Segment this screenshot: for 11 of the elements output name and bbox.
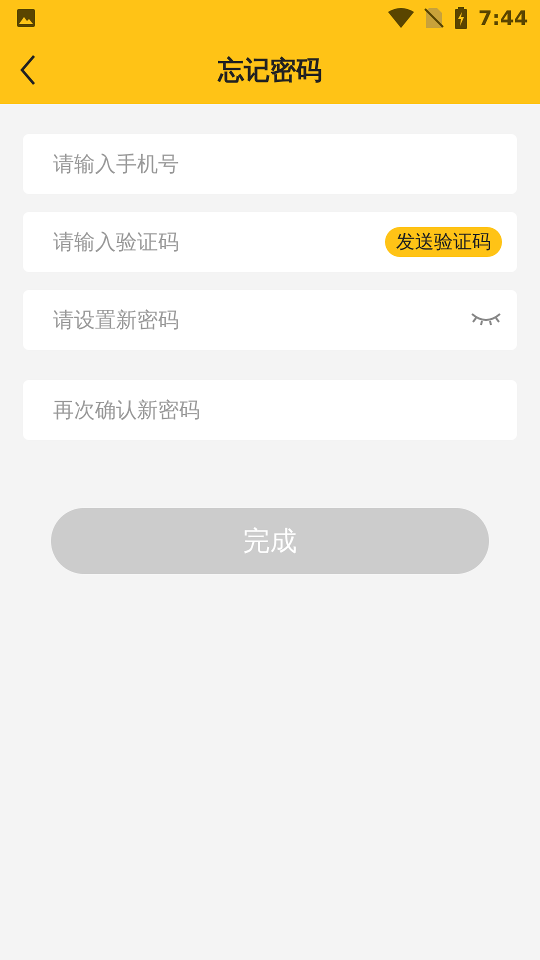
input-field[interactable]: 再次确认新密码	[23, 380, 517, 440]
input-field[interactable]: 请输入手机号	[23, 134, 517, 194]
status-time: 7:44	[478, 6, 528, 30]
no-sim-icon	[424, 7, 444, 29]
send-code-button[interactable]: 发送验证码	[385, 227, 502, 257]
page-title: 忘记密码	[218, 54, 322, 88]
image-icon	[16, 8, 36, 28]
battery-charging-icon	[454, 7, 468, 29]
back-icon	[18, 54, 38, 86]
input-field[interactable]: 请设置新密码	[23, 290, 517, 350]
wifi-icon	[388, 8, 414, 28]
